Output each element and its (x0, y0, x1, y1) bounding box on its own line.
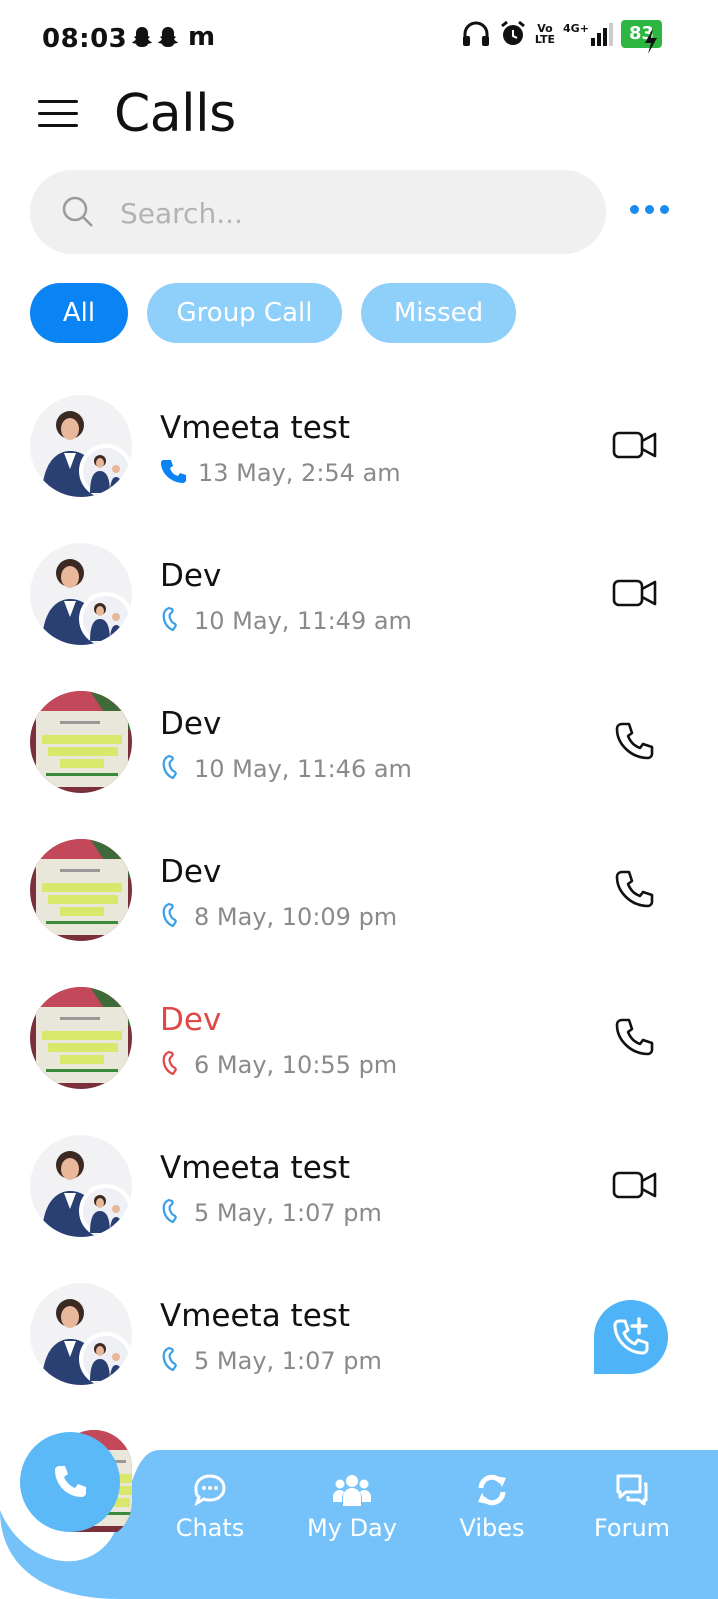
volte-indicator: Vo LTE (534, 22, 556, 46)
page-title: Calls (114, 84, 236, 144)
contact-name: Dev (160, 854, 222, 890)
nav-forum[interactable]: Forum (572, 1472, 692, 1542)
contact-name: Dev (160, 1002, 222, 1038)
video-call-icon[interactable] (612, 1170, 658, 1204)
outgoing-call-icon (160, 1198, 182, 1228)
nav-forum-label: Forum (593, 1514, 671, 1542)
add-call-icon (613, 1317, 649, 1355)
contact-name: Vmeeta test (160, 410, 351, 446)
search-icon (62, 196, 93, 227)
contact-avatar[interactable] (30, 395, 132, 497)
call-meta: 5 May, 1:07 pm (160, 1346, 382, 1376)
filter-missed[interactable]: Missed (361, 283, 516, 343)
search-input[interactable] (118, 170, 582, 256)
call-meta: 6 May, 10:55 pm (160, 1050, 397, 1080)
more-options-icon[interactable] (630, 205, 669, 214)
contact-avatar[interactable] (30, 543, 132, 645)
call-meta: 10 May, 11:46 am (160, 754, 412, 784)
outgoing-call-icon (160, 606, 182, 636)
system-icons: Vo LTE 4G+ 83 (461, 20, 662, 48)
contact-avatar[interactable] (30, 1283, 132, 1385)
outgoing-call-icon (160, 1346, 182, 1376)
call-meta: 8 May, 10:09 pm (160, 902, 397, 932)
chat-bubble-icon (194, 1474, 226, 1507)
incoming-call-icon (160, 458, 186, 488)
nav-vibes[interactable]: Vibes (432, 1472, 552, 1542)
nav-my-day-label: My Day (307, 1514, 397, 1542)
voice-call-icon[interactable] (612, 720, 656, 768)
voice-call-icon[interactable] (612, 868, 656, 916)
outgoing-call-icon (160, 754, 182, 784)
notification-icons: m (132, 24, 215, 50)
video-call-icon[interactable] (612, 578, 658, 612)
phone-icon (55, 1466, 86, 1497)
refresh-icon (478, 1474, 506, 1506)
contact-avatar[interactable] (30, 1135, 132, 1237)
call-timestamp: 13 May, 2:54 am (198, 459, 401, 487)
network-type: 4G+ (563, 21, 589, 35)
missed-call-icon (160, 1050, 182, 1080)
call-timestamp: 10 May, 11:49 am (194, 607, 412, 635)
nav-my-day[interactable]: My Day (292, 1472, 412, 1542)
call-timestamp: 6 May, 10:55 pm (194, 1051, 398, 1079)
menu-icon[interactable] (38, 100, 78, 128)
nav-calls-button[interactable] (20, 1432, 120, 1532)
call-row[interactable]: Dev 10 May, 11:46 am (0, 668, 718, 816)
call-timestamp: 5 May, 1:07 pm (194, 1347, 382, 1375)
call-timestamp: 10 May, 11:46 am (194, 755, 412, 783)
status-time: 08:03 (42, 24, 128, 54)
call-row[interactable]: Dev 6 May, 10:55 pm (0, 964, 718, 1112)
call-timestamp: 8 May, 10:09 pm (194, 903, 398, 931)
snapchat-icon (132, 27, 152, 47)
call-meta: 5 May, 1:07 pm (160, 1198, 382, 1228)
nav-chats-label: Chats (175, 1514, 245, 1542)
contact-avatar[interactable] (30, 839, 132, 941)
headphones-icon (462, 21, 489, 46)
voice-call-icon[interactable] (612, 1016, 656, 1064)
filter-group-call[interactable]: Group Call (147, 283, 342, 343)
people-icon (333, 1475, 371, 1506)
alarm-icon (500, 20, 525, 45)
nav-vibes-label: Vibes (459, 1514, 525, 1542)
filter-chips: All Group Call Missed (30, 283, 516, 343)
status-bar: 08:03 m Vo LTE 4G+ 83 (0, 0, 718, 82)
snapchat-icon (158, 27, 178, 47)
notification-letter: m (188, 22, 216, 52)
call-row[interactable]: Dev 8 May, 10:09 pm (0, 816, 718, 964)
new-call-button[interactable] (594, 1300, 668, 1374)
call-list: Vmeeta test 13 May, 2:54 am Dev 10 May, 11:… (0, 372, 718, 1408)
contact-avatar[interactable] (30, 987, 132, 1089)
outgoing-call-icon (160, 902, 182, 932)
contact-name: Dev (160, 558, 222, 594)
contact-avatar[interactable] (30, 691, 132, 793)
filter-all[interactable]: All (30, 283, 128, 343)
search-bar[interactable] (30, 170, 606, 256)
charging-icon (645, 28, 657, 54)
call-timestamp: 5 May, 1:07 pm (194, 1199, 382, 1227)
video-call-icon[interactable] (612, 430, 658, 464)
call-row[interactable]: Vmeeta test 5 May, 1:07 pm (0, 1112, 718, 1260)
call-row[interactable]: Dev 10 May, 11:49 am (0, 520, 718, 668)
nav-chats[interactable]: Chats (150, 1472, 270, 1542)
signal-icon: 4G+ (563, 21, 613, 46)
call-meta: 10 May, 11:49 am (160, 606, 412, 636)
contact-name: Dev (160, 706, 222, 742)
forum-icon (616, 1474, 648, 1506)
call-meta: 13 May, 2:54 am (160, 458, 401, 488)
contact-name: Vmeeta test (160, 1150, 351, 1186)
contact-name: Vmeeta test (160, 1298, 351, 1334)
call-row[interactable]: Vmeeta test 13 May, 2:54 am (0, 372, 718, 520)
